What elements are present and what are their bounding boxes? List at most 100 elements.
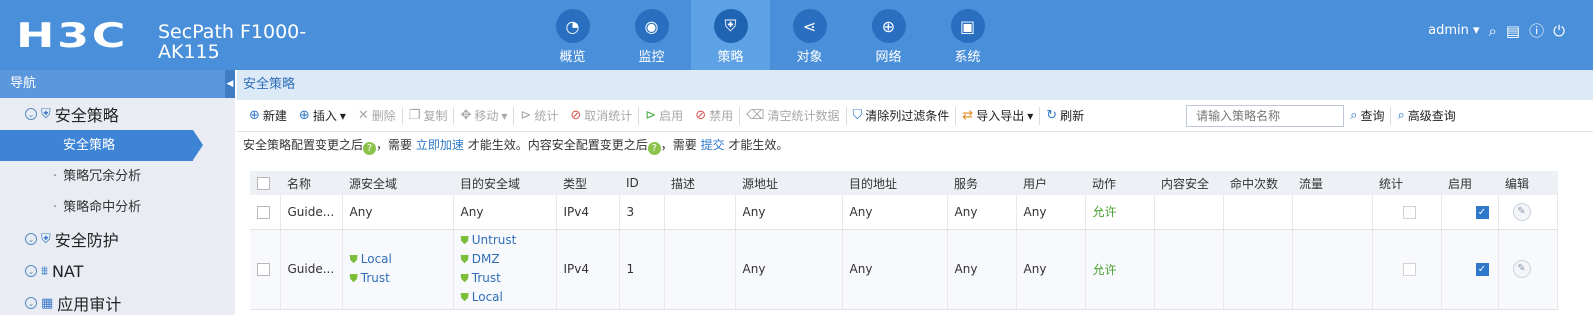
chevron-down-icon[interactable]: ⌄ bbox=[25, 265, 37, 277]
zone-label: Local bbox=[360, 252, 392, 266]
collapse-sidebar-icon[interactable]: ◀ bbox=[225, 70, 235, 98]
column-header[interactable]: 源安全域 bbox=[342, 171, 453, 195]
sidebar-item-label: 策略命中分析 bbox=[63, 200, 142, 215]
name-cell[interactable]: Guide... bbox=[280, 195, 343, 230]
zone-label: Trust bbox=[360, 271, 390, 285]
name-cell[interactable]: Guide... bbox=[280, 229, 343, 310]
accelerate-now-link[interactable]: 立即加速 bbox=[416, 138, 464, 152]
column-header[interactable]: 类型 bbox=[556, 171, 619, 195]
column-header[interactable]: 目的地址 bbox=[842, 171, 947, 195]
chevron-down-icon[interactable]: ⌄ bbox=[25, 108, 37, 120]
type-cell: IPv4 bbox=[556, 229, 620, 310]
column-header[interactable]: 内容安全 bbox=[1154, 171, 1223, 195]
shield-icon: ⛊ bbox=[349, 272, 358, 285]
sidebar-group-protection[interactable]: ⌄ ⛨ 安全防护 bbox=[0, 223, 235, 255]
nav-item-system[interactable]: ▣ 系统 bbox=[928, 0, 1007, 70]
cancel-stats-button[interactable]: ⊘ 取消统计 bbox=[564, 100, 638, 132]
column-header[interactable]: 描述 bbox=[664, 171, 735, 195]
shield-icon: ⛨ bbox=[713, 9, 748, 43]
move-button[interactable]: ✥ 移动 ▾ bbox=[454, 100, 513, 132]
refresh-button[interactable]: ↻ 刷新 bbox=[1040, 100, 1090, 132]
user-menu[interactable]: admin ▾ bbox=[1428, 23, 1479, 38]
column-header[interactable]: 启用 bbox=[1441, 171, 1498, 195]
import-export-icon: ⇄ bbox=[962, 108, 974, 123]
disable-label: 禁用 bbox=[709, 109, 734, 123]
nav-item-monitor[interactable]: ◉ 监控 bbox=[612, 0, 691, 70]
help-icon[interactable]: ? bbox=[647, 142, 661, 155]
sidebar-group-app-audit[interactable]: ⌄ ▦ 应用审计 bbox=[0, 287, 235, 315]
column-header[interactable]: 目的安全域 bbox=[453, 171, 556, 195]
delete-button[interactable]: ✕ 删除 bbox=[352, 100, 402, 132]
desc-cell bbox=[664, 195, 736, 230]
bullet-icon: · bbox=[53, 200, 58, 215]
disable-button[interactable]: ⊘ 禁用 bbox=[689, 100, 739, 132]
policy-search-input[interactable] bbox=[1186, 104, 1345, 127]
column-header[interactable]: 动作 bbox=[1085, 171, 1154, 195]
nav-item-share[interactable]: ⋖ 对象 bbox=[770, 0, 849, 70]
table-row[interactable]: Guide... ⛊ Local ⛊ Trust ⛊ Untrust ⛊ DMZ ⛊ Trust ⛊ L… bbox=[250, 229, 1558, 310]
stats-checkbox[interactable] bbox=[1402, 263, 1416, 276]
column-header[interactable]: 用户 bbox=[1016, 171, 1085, 195]
column-header[interactable]: 流量 bbox=[1292, 171, 1372, 195]
sidebar-item-security-policy[interactable]: 安全策略 bbox=[0, 130, 203, 161]
insert-button[interactable]: ⊕ 插入 ▾ bbox=[293, 100, 352, 132]
service: Any bbox=[954, 262, 978, 276]
shield-icon: ⛊ bbox=[349, 253, 358, 266]
help-icon[interactable]: ⓘ bbox=[1529, 20, 1544, 41]
submit-link[interactable]: 提交 bbox=[701, 138, 725, 152]
notice-text: ，需要 bbox=[660, 138, 697, 152]
column-header[interactable]: 名称 bbox=[280, 171, 342, 195]
src-zone-cell: Any bbox=[342, 195, 454, 230]
dst-addr-cell: Any bbox=[842, 195, 948, 230]
column-header[interactable]: 命中次数 bbox=[1223, 171, 1292, 195]
search-button[interactable]: ⌕ 查询 bbox=[1344, 100, 1390, 132]
power-icon[interactable]: ⏻ bbox=[1553, 22, 1565, 40]
edit-cell: ✎ bbox=[1498, 229, 1558, 310]
enable-checkbox[interactable]: ✓ bbox=[1475, 263, 1489, 276]
edit-icon[interactable]: ✎ bbox=[1512, 260, 1531, 278]
sidebar-group-label: 安全策略 bbox=[54, 106, 119, 125]
enable-checkbox[interactable]: ✓ bbox=[1475, 205, 1489, 219]
zone-label: Trust bbox=[471, 271, 501, 285]
stats-button[interactable]: ⊳ 统计 bbox=[514, 100, 564, 132]
refresh-icon: ↻ bbox=[1046, 108, 1058, 123]
sidebar-item-redundancy-analysis[interactable]: · 策略冗余分析 bbox=[0, 161, 235, 192]
clear-stats-button[interactable]: ⌫ 清空统计数据 bbox=[740, 100, 845, 132]
zone-label: Local bbox=[471, 290, 503, 304]
new-button[interactable]: ⊕ 新建 bbox=[243, 100, 293, 132]
column-header[interactable]: 统计 bbox=[1372, 171, 1441, 195]
select-all-checkbox[interactable] bbox=[257, 177, 270, 190]
column-header[interactable]: 服务 bbox=[947, 171, 1016, 195]
row-checkbox[interactable] bbox=[257, 205, 270, 219]
sidebar-group-security-policy[interactable]: ⌄ ⛨ 安全策略 bbox=[0, 98, 235, 130]
sidebar-group-nat[interactable]: ⌄ ⩩ NAT bbox=[0, 255, 235, 287]
help-icon[interactable]: ? bbox=[363, 142, 377, 155]
copy-button[interactable]: ❐ 复制 bbox=[403, 100, 454, 132]
select-all-cell bbox=[250, 171, 280, 195]
stats-checkbox[interactable] bbox=[1402, 205, 1416, 219]
advanced-search-button[interactable]: ⌕ 高级查询 bbox=[1391, 100, 1461, 132]
table-header-row: 名称 源安全域 目的安全域 类型 ID 描述 源地址 目的地址 服务 用户 动作 内容安全 命中次数 流量… bbox=[250, 171, 1558, 195]
chevron-down-icon[interactable]: ⌄ bbox=[25, 297, 37, 309]
sidebar-item-hit-analysis[interactable]: · 策略命中分析 bbox=[0, 192, 235, 223]
row-checkbox[interactable] bbox=[257, 263, 270, 276]
column-header[interactable]: 编辑 bbox=[1498, 171, 1558, 195]
dst-zone-cell: Any bbox=[453, 195, 557, 230]
search-icon[interactable]: ⌕ bbox=[1489, 22, 1497, 40]
src-addr-cell: Any bbox=[735, 195, 843, 230]
clear-filter-button[interactable]: ⛉ 清除列过滤条件 bbox=[847, 100, 956, 132]
nav-item-shield[interactable]: ⛨ 策略 bbox=[691, 0, 770, 70]
edit-icon[interactable]: ✎ bbox=[1512, 202, 1531, 221]
column-header[interactable]: ID bbox=[619, 171, 664, 195]
nav-item-globe[interactable]: ⊕ 网络 bbox=[849, 0, 928, 70]
nav-item-dashboard[interactable]: ◔ 概览 bbox=[533, 0, 612, 70]
chevron-down-icon[interactable]: ⌄ bbox=[25, 233, 37, 245]
stats-cell bbox=[1372, 229, 1442, 310]
src-addr: Any bbox=[742, 262, 766, 276]
table-row[interactable]: Guide... Any Any IPv4 3 Any Any Any Any 允许 ✓ ✎ bbox=[250, 195, 1558, 230]
save-icon[interactable]: ▤ bbox=[1506, 22, 1520, 40]
column-header[interactable]: 源地址 bbox=[735, 171, 842, 195]
import-export-button[interactable]: ⇄ 导入导出 ▾ bbox=[956, 100, 1039, 132]
service-cell: Any bbox=[947, 195, 1017, 230]
enable-button[interactable]: ⊳ 启用 bbox=[639, 100, 689, 132]
